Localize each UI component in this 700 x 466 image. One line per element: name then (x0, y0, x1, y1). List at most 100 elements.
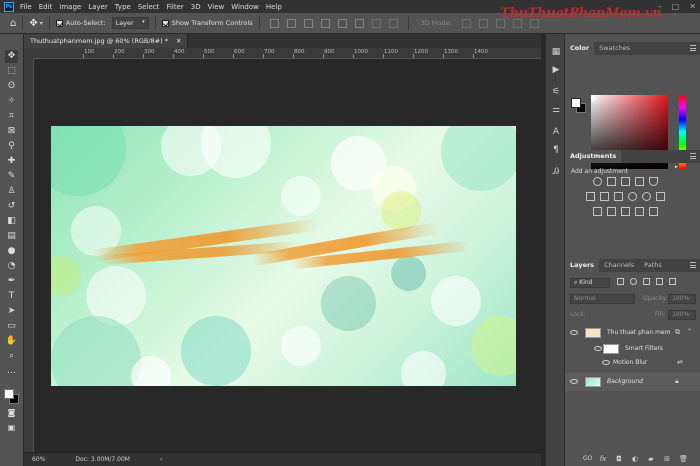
align-middle-icon[interactable] (337, 18, 347, 28)
channel-mixer-icon[interactable] (642, 192, 651, 201)
magic-wand-tool-icon[interactable]: ✧ (5, 95, 18, 108)
posterize-icon[interactable] (607, 207, 616, 216)
menu-type[interactable]: Type (115, 3, 131, 11)
layer-row-smart-object[interactable]: Thu thuat phan mem ⧉ ⌃ (565, 324, 700, 342)
fx-icon[interactable]: fx (599, 455, 607, 463)
horizontal-ruler[interactable]: 100 200 300 400 500 600 700 800 900 1000 1100 1200 1… (34, 48, 541, 59)
tab-color[interactable]: Color (565, 42, 595, 55)
tab-layers[interactable]: Layers (565, 259, 600, 272)
threshold-icon[interactable] (621, 207, 630, 216)
eraser-tool-icon[interactable]: ◧ (5, 215, 18, 228)
eyedropper-tool-icon[interactable]: ⚲ (5, 140, 18, 153)
filter-pixel-icon[interactable] (617, 278, 624, 285)
menu-help[interactable]: Help (266, 3, 282, 11)
link-layers-icon[interactable]: GO (583, 455, 592, 463)
menu-image[interactable]: Image (59, 3, 81, 11)
paragraph-panel-icon[interactable]: ¶ (550, 144, 562, 156)
move-tool-icon[interactable]: ✥ (5, 50, 18, 63)
tab-adjustments[interactable]: Adjustments (565, 150, 622, 163)
status-arrow-icon[interactable]: › (160, 456, 162, 463)
panel-menu-icon[interactable] (690, 153, 696, 159)
visibility-eye-icon[interactable] (570, 330, 578, 335)
screen-mode-icon[interactable]: ▣ (5, 421, 18, 434)
canvas-area[interactable] (34, 59, 541, 452)
healing-brush-tool-icon[interactable]: ✚ (5, 155, 18, 168)
align-bottom-icon[interactable] (354, 18, 364, 28)
panel-menu-icon[interactable] (690, 262, 696, 268)
layer-row-background[interactable]: Background 🔒︎ (565, 373, 700, 391)
visibility-eye-icon[interactable] (570, 379, 578, 384)
visibility-eye-icon[interactable] (594, 346, 602, 351)
curves-icon[interactable] (621, 177, 630, 186)
trash-icon[interactable]: 🗑︎ (679, 455, 688, 463)
hand-tool-icon[interactable]: ✋ (5, 335, 18, 348)
zoom-tool-icon[interactable]: ⌕ (5, 350, 18, 363)
lasso-tool-icon[interactable]: ʘ (5, 80, 18, 93)
distribute-more-icon[interactable] (388, 18, 398, 28)
menu-file[interactable]: File (20, 3, 32, 11)
blend-mode-dropdown[interactable]: Normal (570, 294, 635, 304)
panel-menu-icon[interactable] (690, 45, 696, 51)
filter-smart-object-icon[interactable] (669, 278, 676, 285)
3d-orbit-icon[interactable] (461, 18, 471, 28)
menu-select[interactable]: Select (138, 3, 160, 11)
adjust-panel-icon[interactable]: ⚌ (550, 104, 562, 116)
menu-view[interactable]: View (208, 3, 225, 11)
marquee-tool-icon[interactable]: ⬚ (5, 65, 18, 78)
auto-select-target-dropdown[interactable]: Layer ▾ (111, 17, 149, 29)
vibrance-icon[interactable] (649, 177, 658, 186)
filter-adjustment-icon[interactable] (630, 278, 637, 285)
align-center-icon[interactable] (286, 18, 296, 28)
filter-shape-icon[interactable] (656, 278, 663, 285)
fill-input[interactable]: 100% (668, 310, 696, 320)
expand-chevron-icon[interactable]: ⌃ (687, 328, 692, 335)
menu-edit[interactable]: Edit (39, 3, 53, 11)
vertical-ruler[interactable] (24, 59, 34, 452)
history-panel-icon[interactable]: ▦ (550, 46, 562, 58)
gradient-map-icon[interactable] (635, 207, 644, 216)
rectangle-tool-icon[interactable]: ▭ (5, 320, 18, 333)
tool-preset-chevron-icon[interactable]: ▾ (40, 20, 43, 27)
menu-filter[interactable]: Filter (166, 3, 183, 11)
tab-swatches[interactable]: Swatches (594, 42, 635, 55)
layer-row-smart-filters[interactable]: Smart Filters (565, 342, 700, 356)
foreground-color-swatch[interactable] (4, 389, 14, 399)
move-tool-icon[interactable]: ✥ (29, 18, 37, 29)
filter-type-icon[interactable] (643, 278, 650, 285)
3d-roll-icon[interactable] (478, 18, 488, 28)
menu-3d[interactable]: 3D (191, 3, 201, 11)
brush-tool-icon[interactable]: ✎ (5, 170, 18, 183)
levels-icon[interactable] (607, 177, 616, 186)
opacity-input[interactable]: 100% (668, 294, 696, 304)
actions-panel-icon[interactable]: ▶ (550, 64, 562, 76)
quick-mask-icon[interactable]: ◙ (5, 406, 18, 419)
distribute-icon[interactable] (371, 18, 381, 28)
hue-slider-handle-icon[interactable]: ▸ (675, 164, 678, 170)
document-tab[interactable]: Thuthuatphanmem.jpg @ 60% (RGB/8#) * ✕ (24, 34, 189, 48)
black-white-icon[interactable] (614, 192, 623, 201)
new-group-icon[interactable]: ▰ (647, 455, 655, 463)
filter-options-icon[interactable]: ⇌ (677, 358, 683, 366)
gradient-tool-icon[interactable]: ▤ (5, 230, 18, 243)
add-mask-icon[interactable]: ◘ (615, 455, 623, 463)
color-lookup-icon[interactable] (656, 192, 665, 201)
show-transform-checkbox[interactable] (161, 19, 169, 27)
properties-panel-icon[interactable]: ⚟ (550, 86, 562, 98)
invert-icon[interactable] (593, 207, 602, 216)
align-right-icon[interactable] (303, 18, 313, 28)
close-window-button[interactable]: ✕ (689, 2, 696, 11)
dodge-tool-icon[interactable]: ◔ (5, 260, 18, 273)
clone-stamp-tool-icon[interactable]: ♙ (5, 185, 18, 198)
align-left-icon[interactable] (269, 18, 279, 28)
visibility-eye-icon[interactable] (602, 360, 610, 365)
color-balance-icon[interactable] (600, 192, 609, 201)
menu-window[interactable]: Window (231, 3, 259, 11)
character-panel-icon[interactable]: A (550, 126, 562, 138)
history-brush-tool-icon[interactable]: ↺ (5, 200, 18, 213)
home-icon[interactable]: ⌂ (10, 18, 16, 29)
zoom-level[interactable]: 60% (32, 456, 45, 463)
layer-row-motion-blur[interactable]: Motion Blur ⇌ (565, 356, 700, 370)
auto-select-checkbox[interactable] (55, 19, 63, 27)
photo-filter-icon[interactable] (628, 192, 637, 201)
hue-saturation-icon[interactable] (586, 192, 595, 201)
